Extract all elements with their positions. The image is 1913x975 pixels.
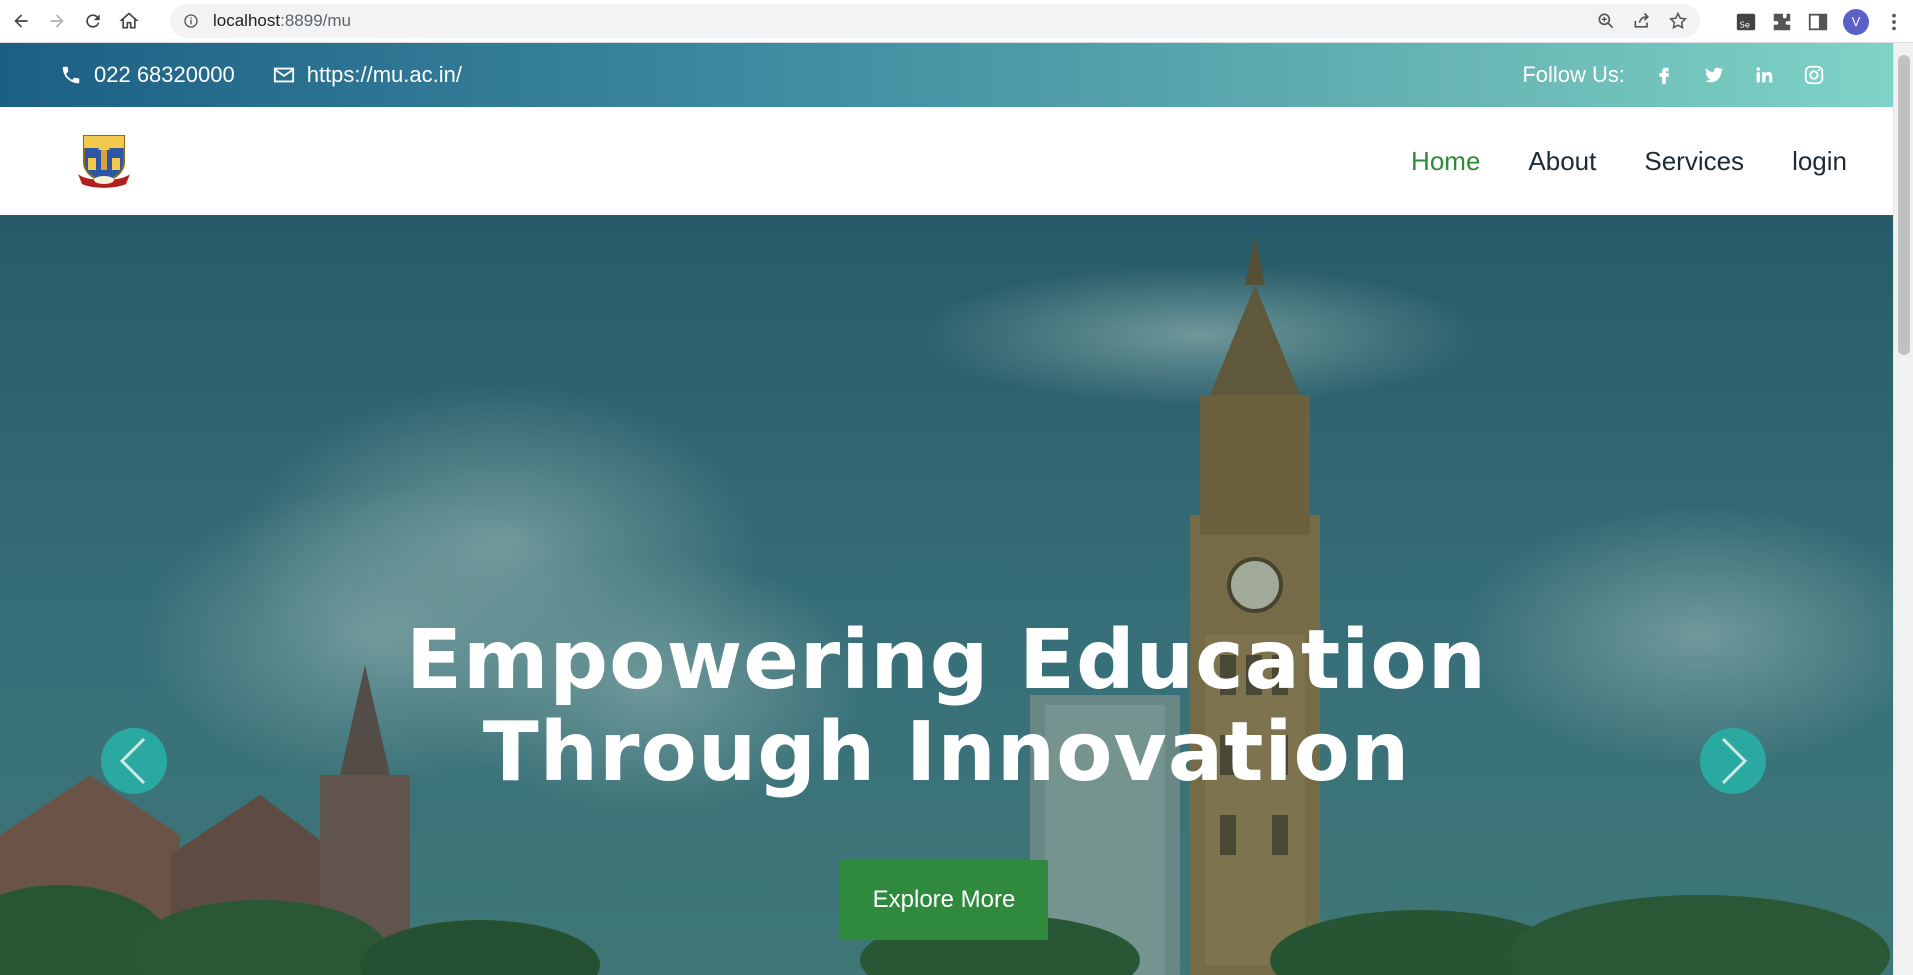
side-panel-icon[interactable] bbox=[1807, 11, 1829, 33]
chevron-right-icon bbox=[1721, 737, 1748, 785]
explore-more-button[interactable]: Explore More bbox=[840, 860, 1048, 940]
phone-contact[interactable]: 022 68320000 bbox=[60, 62, 235, 88]
chevron-left-icon bbox=[119, 737, 146, 785]
facebook-icon bbox=[1659, 67, 1670, 85]
arrow-left-icon bbox=[14, 14, 28, 28]
nav-login[interactable]: login bbox=[1792, 146, 1847, 177]
university-crest-logo[interactable] bbox=[74, 130, 134, 190]
phone-number: 022 68320000 bbox=[94, 62, 235, 87]
home-button[interactable] bbox=[114, 6, 144, 36]
hero-title-line2: Through Innovation bbox=[482, 705, 1411, 800]
instagram-link[interactable] bbox=[1803, 64, 1825, 86]
info-icon[interactable] bbox=[183, 13, 199, 29]
zoom-icon[interactable] bbox=[1596, 11, 1616, 31]
twitter-icon bbox=[1704, 67, 1724, 83]
page-scrollbar[interactable] bbox=[1893, 43, 1913, 975]
carousel-next-button[interactable] bbox=[1700, 728, 1766, 794]
nav-about[interactable]: About bbox=[1528, 146, 1596, 177]
back-button[interactable] bbox=[6, 6, 36, 36]
phone-icon bbox=[62, 66, 80, 84]
kebab-menu-icon[interactable] bbox=[1883, 11, 1905, 33]
linkedin-icon bbox=[1756, 67, 1773, 83]
forward-button[interactable] bbox=[42, 6, 72, 36]
svg-text:Se: Se bbox=[1740, 19, 1750, 29]
website-link: https://mu.ac.in/ bbox=[306, 62, 462, 87]
social-links: Follow Us: bbox=[1522, 43, 1825, 107]
hero-title: Empowering Education Through Innovation bbox=[0, 615, 1893, 799]
follow-label: Follow Us: bbox=[1522, 62, 1625, 87]
profile-avatar[interactable]: V bbox=[1843, 8, 1869, 35]
hero-title-line1: Empowering Education bbox=[405, 613, 1488, 708]
bookmark-star-icon[interactable] bbox=[1668, 11, 1688, 31]
facebook-link[interactable] bbox=[1653, 64, 1675, 86]
reload-icon bbox=[86, 14, 100, 28]
top-contact-bar: 022 68320000 https://mu.ac.in/ Follow Us… bbox=[0, 43, 1893, 107]
nav-menu: Home About Services login bbox=[1411, 107, 1847, 215]
linkedin-link[interactable] bbox=[1753, 64, 1775, 86]
carousel-prev-button[interactable] bbox=[101, 728, 167, 794]
selenium-extension-icon[interactable]: Se bbox=[1735, 11, 1757, 33]
nav-home[interactable]: Home bbox=[1411, 146, 1480, 177]
nav-services[interactable]: Services bbox=[1644, 146, 1744, 177]
url-text: localhost:8899/mu bbox=[213, 11, 351, 30]
browser-toolbar: localhost:8899/mu Se V bbox=[0, 0, 1913, 43]
arrow-right-icon bbox=[50, 14, 64, 28]
twitter-link[interactable] bbox=[1703, 64, 1725, 86]
hero-carousel: Empowering Education Through Innovation … bbox=[0, 215, 1893, 975]
main-navbar: Home About Services login bbox=[0, 107, 1893, 215]
home-icon bbox=[119, 12, 139, 29]
share-icon[interactable] bbox=[1632, 11, 1652, 31]
website-contact[interactable]: https://mu.ac.in/ bbox=[273, 62, 462, 88]
extensions-puzzle-icon[interactable] bbox=[1771, 11, 1793, 33]
instagram-icon bbox=[1804, 65, 1824, 85]
scrollbar-thumb[interactable] bbox=[1898, 55, 1910, 355]
reload-button[interactable] bbox=[78, 6, 108, 36]
envelope-icon bbox=[273, 67, 294, 83]
address-bar[interactable]: localhost:8899/mu bbox=[170, 4, 1700, 38]
page-viewport: 022 68320000 https://mu.ac.in/ Follow Us… bbox=[0, 43, 1893, 975]
